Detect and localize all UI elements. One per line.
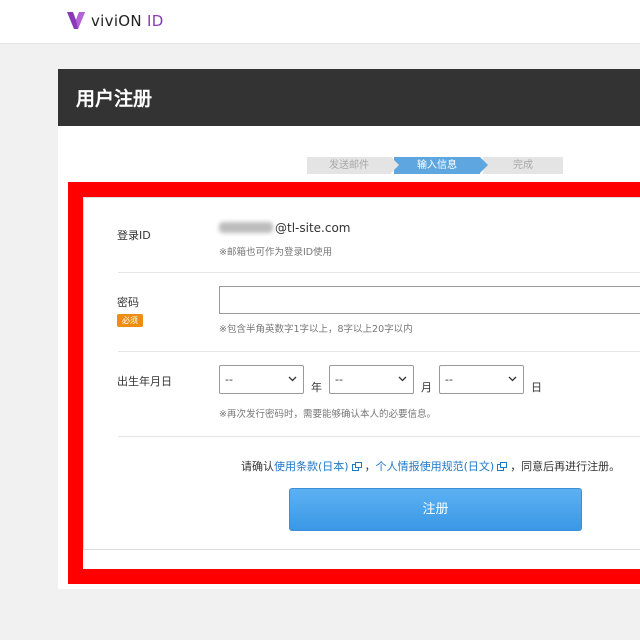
step-label: 发送邮件 — [329, 160, 369, 171]
year-select[interactable]: -- — [219, 365, 304, 394]
terms-link[interactable]: 使用条款(日本) — [274, 460, 349, 473]
step-input-info: 输入信息 — [394, 157, 488, 174]
agreement-prefix: 请确认 — [241, 460, 274, 473]
step-arrow — [480, 157, 488, 173]
step-label: 输入信息 — [417, 160, 457, 171]
login-id-note: ※邮箱也可作为登录ID使用 — [219, 247, 333, 258]
step-arrow — [391, 157, 399, 173]
logo-text: viviON ID — [91, 12, 164, 30]
month-select-value: -- — [335, 373, 343, 386]
agreement-separator: ， — [364, 460, 376, 473]
vivion-id-logo[interactable]: viviON ID — [66, 11, 164, 30]
birthday-note: ※再次发行密码时，需要能够确认本人的必要信息。 — [219, 409, 436, 420]
progress-steps: 发送邮件 输入信息 完成 — [307, 157, 563, 174]
privacy-link[interactable]: 个人情报使用规范(日文) — [376, 460, 495, 473]
day-select-value: -- — [445, 373, 453, 386]
login-id-label: 登录ID — [117, 229, 151, 242]
blurred-email-part — [219, 222, 273, 233]
login-id-value: @tl-site.com — [219, 221, 351, 235]
chevron-down-icon — [288, 376, 297, 382]
day-unit: 日 — [531, 381, 542, 394]
password-input[interactable] — [219, 286, 640, 314]
external-link-icon — [351, 462, 362, 471]
page-title: 用户注册 — [76, 88, 153, 110]
v-logo-icon — [67, 12, 85, 29]
agreement-suffix: ，同意后再进行注册。 — [510, 460, 621, 473]
year-unit: 年 — [311, 381, 322, 394]
year-select-value: -- — [225, 373, 233, 386]
register-button[interactable]: 注册 — [289, 488, 582, 531]
logo-text-suffix: ID — [147, 11, 164, 30]
row-divider — [118, 351, 640, 352]
password-note: ※包含半角英数字1字以上，8字以上20字以内 — [219, 324, 413, 335]
month-unit: 月 — [421, 381, 432, 394]
required-badge: 必须 — [117, 314, 143, 327]
panel-header: 用户注册 — [58, 69, 640, 126]
birthday-label: 出生年月日 — [117, 375, 172, 388]
login-id-domain: @tl-site.com — [275, 221, 351, 235]
external-link-icon — [497, 462, 508, 471]
chevron-down-icon — [508, 376, 517, 382]
step-complete: 完成 — [483, 157, 563, 174]
step-send-email: 发送邮件 — [307, 157, 399, 174]
logo-text-prefix: viviON — [91, 11, 142, 30]
day-select[interactable]: -- — [439, 365, 524, 394]
password-label: 密码 — [117, 296, 139, 309]
month-select[interactable]: -- — [329, 365, 414, 394]
top-bar: viviON ID — [0, 0, 640, 44]
row-divider — [118, 272, 640, 273]
row-divider — [118, 436, 640, 437]
chevron-down-icon — [398, 376, 407, 382]
step-label: 完成 — [513, 160, 533, 171]
agreement-text: 请确认使用条款(日本) ，个人情报使用规范(日文) ，同意后再进行注册。 — [241, 458, 620, 474]
